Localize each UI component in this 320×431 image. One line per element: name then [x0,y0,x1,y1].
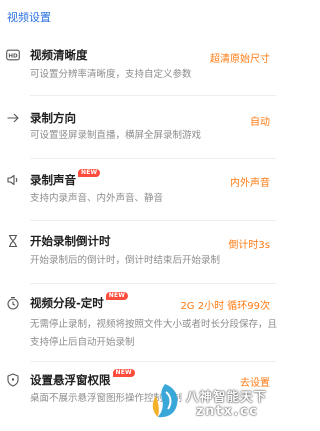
hd-icon: HD [6,48,20,62]
setting-value[interactable]: 2G 2小时 循环99次 [180,297,270,312]
shield-icon [6,373,20,387]
divider [30,283,276,284]
setting-description: 开始录制后的倒计时，倒计时结束后开始录制 [30,255,221,266]
speaker-icon [6,173,20,187]
timer-icon [6,296,20,310]
watermark-text: 八神智能天下 [186,389,268,404]
watermark-url: zntx.cc [196,404,259,419]
new-badge: NEW [105,292,129,300]
setting-title: 视频分段-定时NEW [30,292,129,311]
hourglass-icon [6,234,20,248]
watermark: 八神智能天下 zntx.cc [136,380,286,431]
divider [30,220,276,221]
section-title: 视频设置 [7,11,51,24]
divider [30,361,276,362]
new-badge: NEW [112,369,135,377]
setting-title: 录制声音NEW [30,169,101,188]
setting-value[interactable]: 内外声音 [230,174,270,189]
divider [30,95,276,96]
setting-description: 可设置分辨率清晰度，支持自定义参数 [30,69,192,80]
setting-title: 设置悬浮窗权限NEW [30,369,135,388]
setting-value[interactable]: 自动 [250,113,270,128]
setting-title: 视频清晰度 [30,48,88,62]
svg-text:HD: HD [8,54,18,60]
arrow-right-icon [6,111,20,125]
setting-value[interactable]: 超清原始尺寸 [210,50,270,65]
new-badge: NEW [78,169,101,177]
setting-title: 开始录制倒计时 [30,234,111,248]
setting-description: 无需停止录制，视频将按照文件大小或者时长分段保存，且支持停止后自动开始录制 [30,319,278,348]
setting-value[interactable]: 倒计时3s [228,236,270,251]
setting-title: 录制方向 [30,111,76,125]
divider [30,158,276,159]
setting-description: 可设置竖屏录制直播，横屏全屏录制游戏 [30,130,202,141]
setting-description: 支持内录声音、内外声音、静音 [30,193,164,204]
watermark-logo-icon [152,384,178,418]
